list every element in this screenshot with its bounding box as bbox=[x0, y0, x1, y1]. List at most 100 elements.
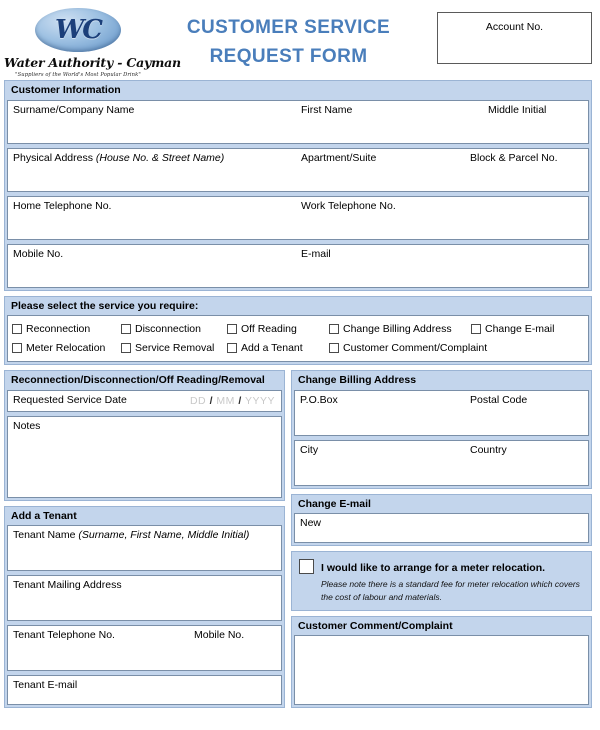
tenant-name-field[interactable]: Tenant Name (Surname, First Name, Middle… bbox=[7, 525, 282, 572]
date-placeholder: DD / MM / YYYY bbox=[190, 395, 275, 407]
checkbox-label: Meter Relocation bbox=[26, 341, 106, 354]
meter-relocation-statement: I would like to arrange for a meter relo… bbox=[321, 562, 546, 575]
block-parcel-label: Block & Parcel No. bbox=[470, 151, 558, 164]
change-billing-address-section: Change Billing Address P.O.Box Postal Co… bbox=[291, 370, 592, 489]
customer-comment-section: Customer Comment/Complaint bbox=[291, 615, 592, 709]
page-title: CUSTOMER SERVICE REQUEST FORM bbox=[152, 6, 437, 72]
tenant-email-field[interactable]: Tenant E-mail bbox=[7, 675, 282, 706]
name-row[interactable]: Surname/Company Name First Name Middle I… bbox=[7, 99, 589, 144]
change-billing-address-title: Change Billing Address bbox=[298, 374, 417, 387]
checkbox-icon[interactable] bbox=[227, 342, 237, 353]
tenant-mailing-address-field[interactable]: Tenant Mailing Address bbox=[7, 575, 282, 622]
checkbox-reconnection[interactable]: Reconnection bbox=[12, 323, 121, 335]
first-name-label: First Name bbox=[301, 103, 353, 116]
requested-service-date-label: Requested Service Date bbox=[13, 393, 127, 406]
tenant-name-label-main: Tenant Name bbox=[13, 529, 79, 542]
service-row-2: Meter Relocation Service Removal Add a T… bbox=[12, 338, 584, 357]
checkbox-icon[interactable] bbox=[121, 323, 131, 334]
page-title-line-2: REQUEST FORM bbox=[209, 46, 368, 68]
checkbox-label: Service Removal bbox=[135, 341, 215, 354]
telephone-row[interactable]: Home Telephone No. Work Telephone No. bbox=[7, 195, 589, 240]
checkbox-icon[interactable] bbox=[227, 323, 237, 334]
tenant-telephone-field[interactable]: Tenant Telephone No. Mobile No. bbox=[7, 625, 282, 672]
checkbox-customer-comment-complaint[interactable]: Customer Comment/Complaint bbox=[329, 342, 487, 354]
tenant-name-label: Tenant Name (Surname, First Name, Middle… bbox=[13, 529, 249, 541]
add-tenant-section-title: Add a Tenant bbox=[11, 509, 77, 522]
organization-logo: WC Water Authority - Cayman "Suppliers o… bbox=[4, 6, 181, 78]
tenant-mailing-address-label: Tenant Mailing Address bbox=[13, 579, 122, 592]
city-label: City bbox=[300, 443, 319, 456]
checkbox-icon[interactable] bbox=[12, 342, 22, 353]
checkbox-label: Change Billing Address bbox=[343, 322, 452, 335]
organization-tagline: "Suppliers of the World's Most Popular D… bbox=[15, 72, 141, 78]
right-column: Change Billing Address P.O.Box Postal Co… bbox=[291, 370, 592, 713]
date-sep-2: / bbox=[238, 394, 242, 407]
checkbox-icon[interactable] bbox=[12, 323, 22, 334]
date-dd: DD bbox=[189, 394, 207, 407]
customer-information-title: Customer Information bbox=[11, 84, 121, 96]
checkbox-label: Off Reading bbox=[241, 322, 297, 335]
new-email-label: New bbox=[300, 517, 322, 530]
apartment-suite-label: Apartment/Suite bbox=[301, 151, 377, 164]
add-tenant-section: Add a Tenant Tenant Name (Surname, First… bbox=[4, 505, 285, 709]
po-box-postal-code-field[interactable]: P.O.Box Postal Code bbox=[294, 389, 589, 436]
mobile-number-label: Mobile No. bbox=[13, 247, 64, 260]
service-selection-section: Please select the service you require: R… bbox=[4, 295, 592, 366]
checkbox-change-email[interactable]: Change E-mail bbox=[471, 323, 554, 335]
mobile-email-row[interactable]: Mobile No. E-mail bbox=[7, 243, 589, 288]
tenant-name-label-hint: (Surname, First Name, Middle Initial) bbox=[78, 529, 250, 542]
organization-name: Water Authority - Cayman bbox=[4, 55, 181, 70]
meter-relocation-note: Please note there is a standard fee for … bbox=[321, 579, 580, 602]
checkbox-label: Add a Tenant bbox=[241, 341, 303, 354]
tenant-email-label: Tenant E-mail bbox=[13, 679, 78, 692]
checkbox-icon[interactable] bbox=[329, 323, 339, 334]
checkbox-off-reading[interactable]: Off Reading bbox=[227, 323, 329, 335]
address-row[interactable]: Physical Address (House No. & Street Nam… bbox=[7, 147, 589, 192]
checkbox-label: Customer Comment/Complaint bbox=[343, 341, 488, 354]
requested-service-date-field[interactable]: Requested Service Date DD / MM / YYYY bbox=[7, 389, 282, 412]
home-telephone-label: Home Telephone No. bbox=[13, 199, 112, 212]
checkbox-icon[interactable] bbox=[329, 342, 339, 353]
customer-comment-textarea[interactable] bbox=[294, 635, 589, 706]
postal-code-label: Postal Code bbox=[470, 393, 528, 406]
reconnection-section: Reconnection/Disconnection/Off Reading/R… bbox=[4, 370, 285, 501]
tenant-mobile-label: Mobile No. bbox=[194, 629, 245, 642]
checkbox-icon[interactable] bbox=[471, 323, 481, 334]
form-header: WC Water Authority - Cayman "Suppliers o… bbox=[4, 4, 592, 80]
email-label: E-mail bbox=[301, 247, 331, 260]
checkbox-service-removal[interactable]: Service Removal bbox=[121, 342, 227, 354]
notes-label: Notes bbox=[13, 419, 41, 432]
water-drop-logo-icon: WC bbox=[35, 8, 121, 52]
change-email-title: Change E-mail bbox=[298, 497, 371, 510]
service-selection-title: Please select the service you require: bbox=[11, 299, 199, 312]
logo-monogram: WC bbox=[55, 15, 103, 45]
meter-relocation-checkbox-icon[interactable] bbox=[299, 559, 314, 575]
account-number-box[interactable]: Account No. bbox=[437, 12, 592, 64]
city-country-field[interactable]: City Country bbox=[294, 439, 589, 486]
service-row-1: Reconnection Disconnection Off Reading C… bbox=[12, 319, 584, 338]
checkbox-label: Reconnection bbox=[26, 322, 91, 335]
checkbox-label: Disconnection bbox=[135, 322, 201, 335]
checkbox-disconnection[interactable]: Disconnection bbox=[121, 323, 227, 335]
customer-comment-title: Customer Comment/Complaint bbox=[298, 619, 453, 632]
date-yyyy: YYYY bbox=[244, 394, 275, 407]
physical-address-label-hint: (House No. & Street Name) bbox=[95, 151, 225, 164]
new-email-field[interactable]: New bbox=[294, 513, 589, 544]
checkbox-label: Change E-mail bbox=[485, 322, 555, 335]
customer-information-section: Customer Information Surname/Company Nam… bbox=[4, 80, 592, 291]
work-telephone-label: Work Telephone No. bbox=[301, 199, 396, 212]
customer-service-request-form: WC Water Authority - Cayman "Suppliers o… bbox=[0, 0, 600, 730]
tenant-telephone-label: Tenant Telephone No. bbox=[13, 629, 115, 642]
physical-address-label-main: Physical Address bbox=[13, 151, 96, 164]
notes-field[interactable]: Notes bbox=[7, 415, 282, 498]
date-mm: MM bbox=[216, 394, 235, 407]
checkbox-meter-relocation[interactable]: Meter Relocation bbox=[12, 342, 121, 354]
date-sep-1: / bbox=[209, 394, 213, 407]
country-label: Country bbox=[470, 443, 507, 456]
middle-initial-label: Middle Initial bbox=[488, 103, 547, 116]
checkbox-add-a-tenant[interactable]: Add a Tenant bbox=[227, 342, 329, 354]
meter-relocation-section[interactable]: I would like to arrange for a meter relo… bbox=[291, 551, 592, 611]
physical-address-label: Physical Address (House No. & Street Nam… bbox=[13, 152, 224, 164]
checkbox-icon[interactable] bbox=[121, 342, 131, 353]
checkbox-change-billing-address[interactable]: Change Billing Address bbox=[329, 323, 471, 335]
